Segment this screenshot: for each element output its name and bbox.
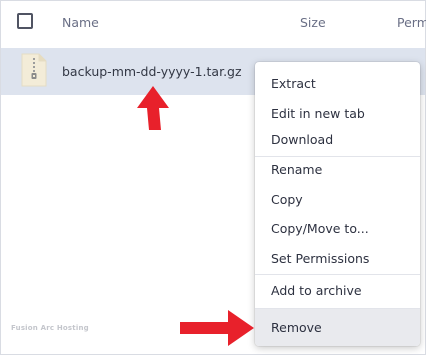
menu-item-copy[interactable]: Copy — [255, 192, 420, 212]
column-header-size[interactable]: Size — [300, 15, 326, 30]
column-header-name[interactable]: Name — [62, 15, 99, 30]
menu-item-download[interactable]: Download — [255, 132, 420, 152]
menu-item-rename[interactable]: Rename — [255, 162, 420, 182]
menu-item-label: Copy — [271, 192, 303, 207]
menu-item-remove[interactable]: Remove — [255, 309, 420, 346]
file-name[interactable]: backup-mm-dd-yyyy-1.tar.gz — [62, 64, 242, 79]
red-arrow-up-icon — [137, 86, 169, 130]
menu-item-edit-in-new-tab[interactable]: Edit in new tab — [255, 106, 420, 126]
watermark-logo: Fusion Arc Hosting — [11, 324, 89, 332]
menu-divider — [255, 156, 420, 157]
menu-item-copy-move[interactable]: Copy/Move to... — [255, 221, 420, 241]
menu-item-label: Edit in new tab — [271, 106, 365, 121]
file-list-header: Name Size Perm — [0, 0, 426, 46]
menu-item-extract[interactable]: Extract — [255, 76, 420, 96]
column-header-permissions[interactable]: Perm — [397, 15, 426, 30]
menu-item-label: Extract — [271, 76, 316, 91]
menu-item-label: Download — [271, 132, 334, 147]
context-menu: Extract Edit in new tab Download Rename … — [255, 62, 420, 346]
menu-item-label: Add to archive — [271, 283, 362, 298]
select-all-checkbox[interactable] — [17, 13, 33, 29]
menu-divider — [255, 274, 420, 275]
menu-item-add-to-archive[interactable]: Add to archive — [255, 283, 420, 303]
archive-file-icon — [21, 53, 47, 87]
menu-item-label: Remove — [271, 320, 322, 335]
menu-item-label: Copy/Move to... — [271, 221, 369, 236]
menu-item-label: Rename — [271, 162, 323, 177]
menu-item-label: Set Permissions — [271, 251, 370, 266]
menu-item-set-permissions[interactable]: Set Permissions — [255, 251, 420, 271]
red-arrow-right-icon — [180, 310, 254, 346]
